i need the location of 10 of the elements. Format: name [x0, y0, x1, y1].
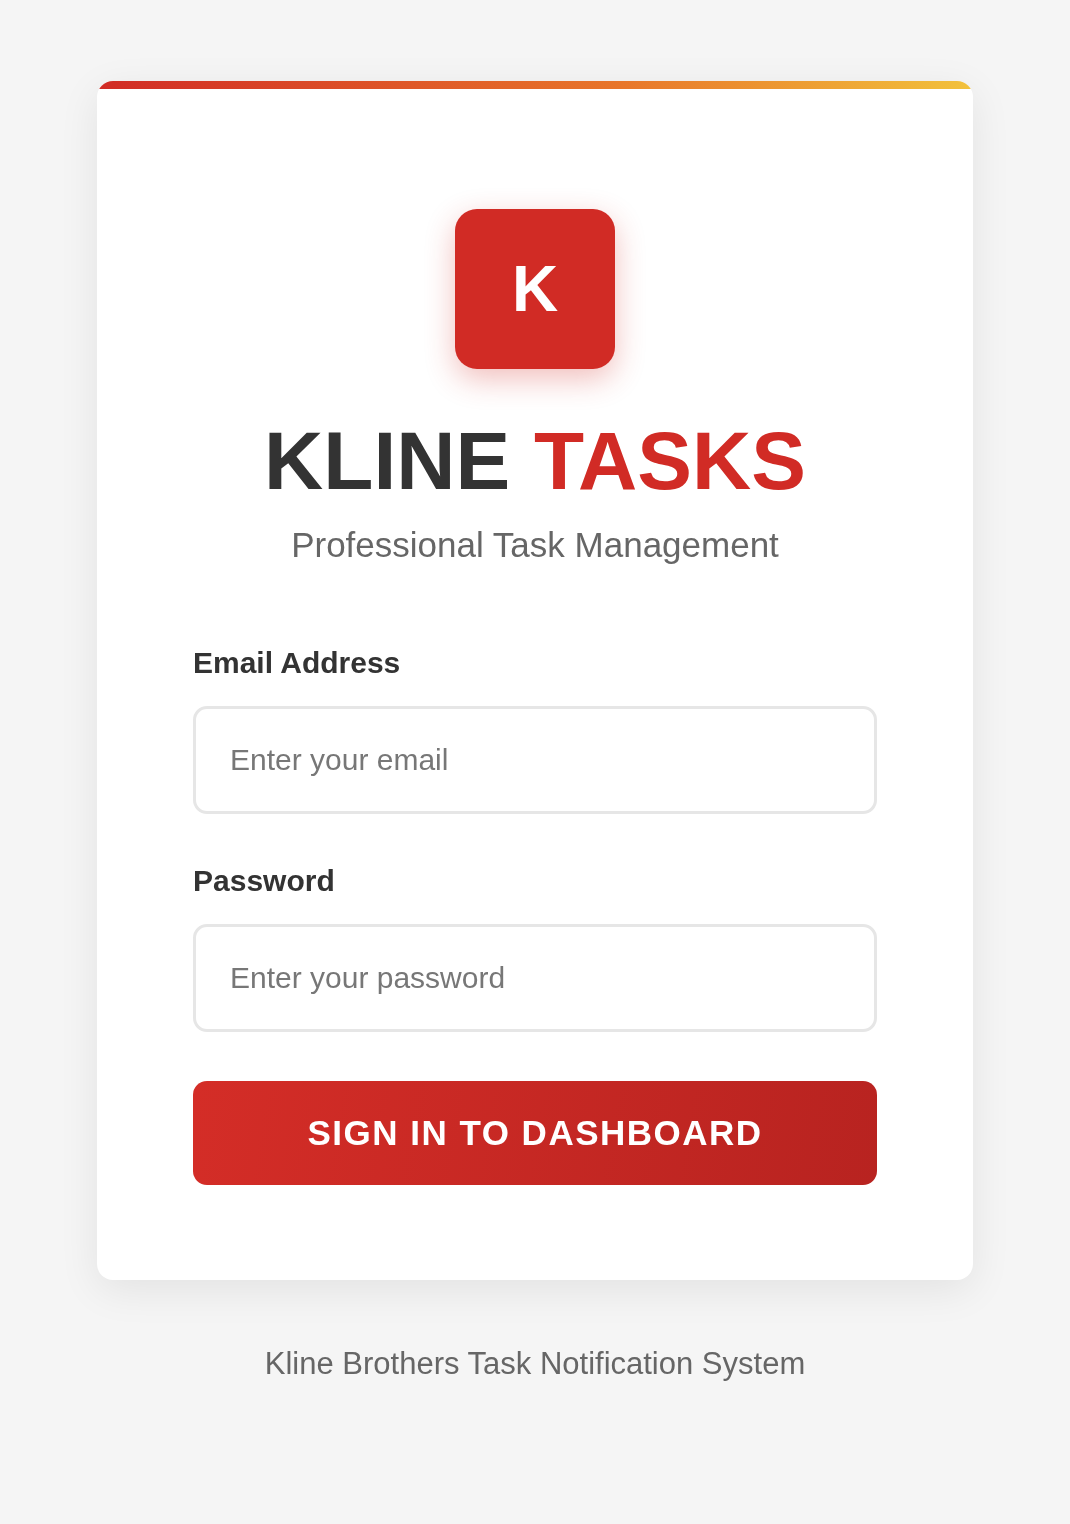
footer-text: Kline Brothers Task Notification System — [264, 1345, 806, 1383]
field-label: Password — [193, 863, 335, 899]
field-label: Email Address — [193, 645, 401, 681]
app-title: TASKS — [534, 415, 806, 507]
input-field[interactable]: Enter your email — [193, 706, 877, 814]
subtitle: Professional Task Management — [291, 525, 779, 565]
logo-icon: K — [455, 209, 615, 369]
app-title: KLINE — [264, 415, 511, 507]
sign-in-button[interactable]: SIGN IN TO DASHBOARD — [193, 1081, 877, 1185]
input-field[interactable]: Enter your password — [193, 924, 877, 1032]
